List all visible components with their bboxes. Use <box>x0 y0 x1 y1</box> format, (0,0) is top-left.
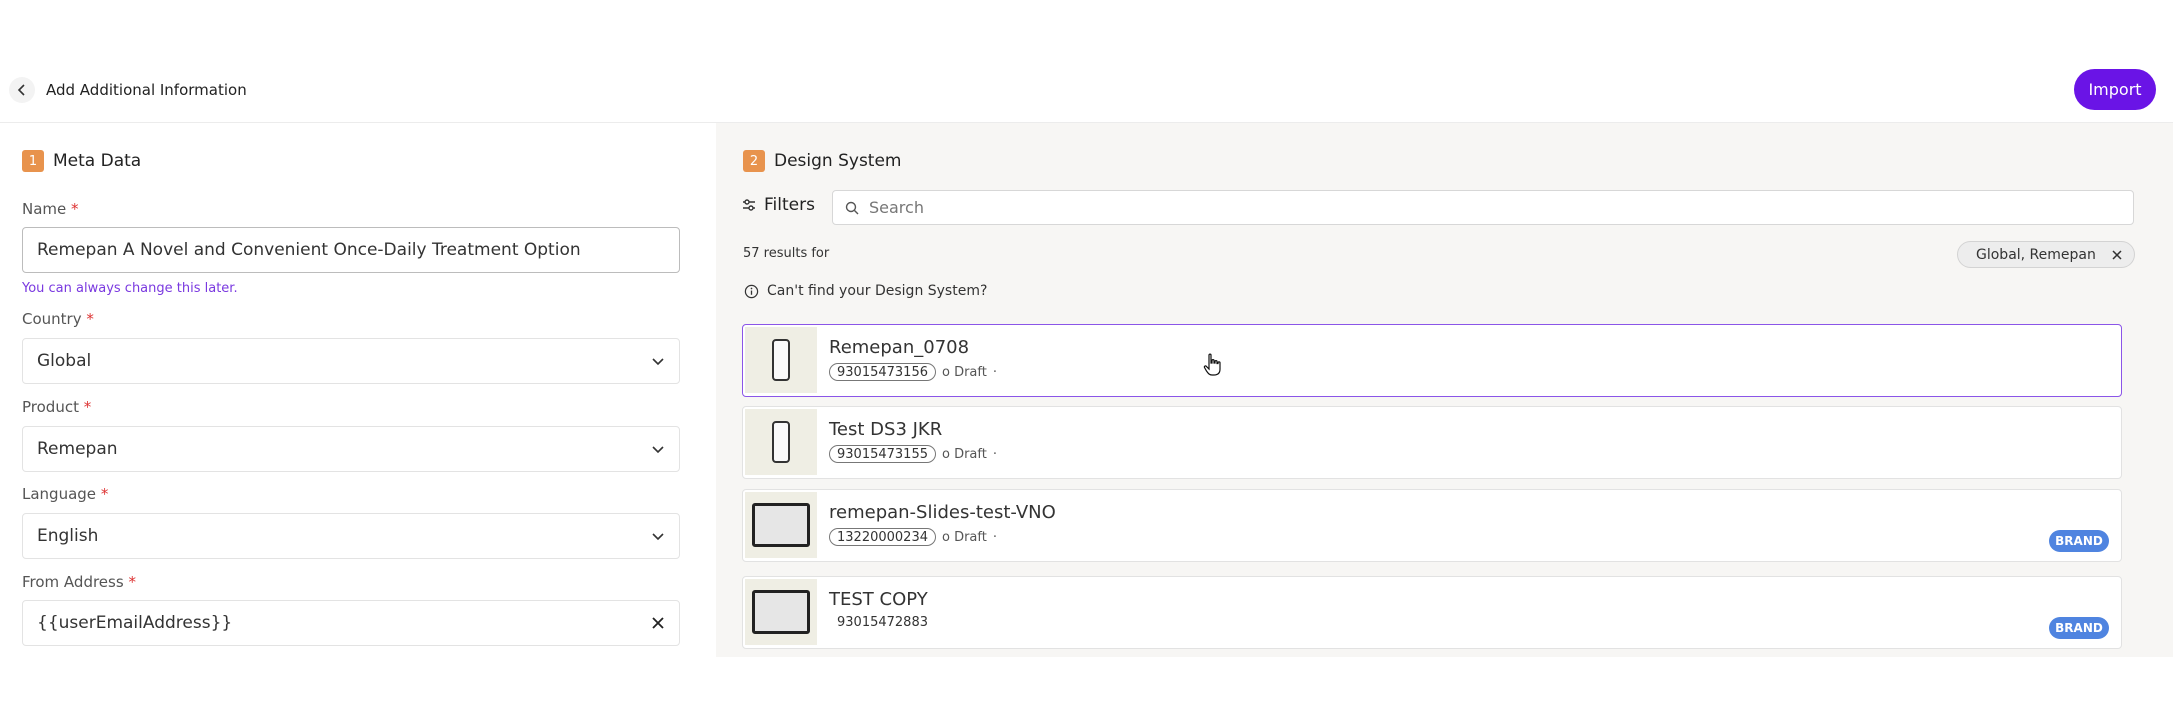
card-id: 13220000234 <box>829 528 936 546</box>
design-system-heading: 2 Design System <box>743 150 902 172</box>
from-address-input[interactable]: {{userEmailAddress}} <box>22 600 680 646</box>
section-title: Design System <box>774 151 902 171</box>
design-system-card[interactable]: Test DS3 JKR 93015473155 o Draft · <box>742 406 2122 479</box>
product-value: Remepan <box>37 439 118 459</box>
import-button[interactable]: Import <box>2074 69 2156 110</box>
design-system-card[interactable]: Remepan_0708 93015473156 o Draft · <box>742 324 2122 397</box>
back-button[interactable] <box>9 77 35 103</box>
language-select[interactable]: English <box>22 513 680 559</box>
language-label: Language * <box>22 485 108 503</box>
laptop-preview-icon <box>752 590 810 634</box>
close-icon[interactable] <box>2112 249 2122 260</box>
product-label-text: Product <box>22 398 79 416</box>
country-value: Global <box>37 351 92 371</box>
card-separator: · <box>992 446 997 462</box>
required-mark: * <box>128 573 136 591</box>
laptop-preview-icon <box>752 503 810 547</box>
card-title: Remepan_0708 <box>829 337 970 358</box>
required-mark: * <box>83 398 92 416</box>
name-helper: You can always change this later. <box>22 281 238 296</box>
card-id: 93015473156 <box>829 363 936 381</box>
design-system-card[interactable]: TEST COPY 93015472883 BRAND <box>742 576 2122 649</box>
search-input[interactable]: Search <box>832 190 2134 225</box>
card-status: o Draft <box>941 364 987 380</box>
meta-data-panel: 1 Meta Data Name * Remepan A Novel and C… <box>0 123 716 657</box>
meta-data-heading: 1 Meta Data <box>22 150 141 172</box>
product-select[interactable]: Remepan <box>22 426 680 472</box>
from-address-label-text: From Address <box>22 573 124 591</box>
filter-chip-label: Global, Remepan <box>1976 246 2096 263</box>
search-placeholder: Search <box>869 198 924 217</box>
page-title: Add Additional Information <box>46 81 247 99</box>
filters-label: Filters <box>764 195 815 215</box>
country-label-text: Country <box>22 310 82 328</box>
filters-button[interactable]: Filters <box>742 195 815 215</box>
design-system-panel: 2 Design System Filters Search 57 result… <box>716 123 2173 657</box>
card-meta: 13220000234 o Draft · <box>829 528 997 546</box>
sliders-icon <box>743 199 755 211</box>
required-mark: * <box>71 200 79 218</box>
language-value: English <box>37 526 99 546</box>
section-title: Meta Data <box>53 151 142 171</box>
phone-preview-icon <box>772 339 790 381</box>
design-system-card[interactable]: remepan-Slides-test-VNO 13220000234 o Dr… <box>742 489 2122 562</box>
card-thumbnail <box>745 579 817 645</box>
card-id: 93015473155 <box>829 445 936 463</box>
chevron-left-icon <box>17 84 25 96</box>
card-separator: · <box>992 529 997 545</box>
name-label-text: Name <box>22 200 67 218</box>
card-meta: 93015473156 o Draft · <box>829 363 997 381</box>
card-thumbnail <box>745 409 817 475</box>
cant-find-text: Can't find your Design System? <box>767 283 988 299</box>
info-icon <box>744 284 759 298</box>
brand-badge: BRAND <box>2049 617 2109 639</box>
name-label: Name * <box>22 200 79 218</box>
name-input[interactable]: Remepan A Novel and Convenient Once-Dail… <box>22 227 680 273</box>
chevron-down-icon <box>652 446 664 454</box>
card-thumbnail <box>745 327 817 393</box>
card-title: Test DS3 JKR <box>829 419 943 440</box>
filter-chip[interactable]: Global, Remepan <box>1957 241 2135 268</box>
product-label: Product * <box>22 398 91 416</box>
card-status: o Draft <box>941 446 987 462</box>
phone-preview-icon <box>772 421 790 463</box>
chevron-down-icon <box>652 358 664 366</box>
card-status: o Draft <box>941 529 987 545</box>
card-id: 93015472883 <box>837 615 928 630</box>
required-mark: * <box>86 310 94 328</box>
from-address-value: {{userEmailAddress}} <box>37 613 233 633</box>
results-count: 57 results for <box>743 246 830 261</box>
top-bar: Add Additional Information Import <box>0 68 2173 123</box>
country-select[interactable]: Global <box>22 338 680 384</box>
language-label-text: Language <box>22 485 97 503</box>
cant-find-help[interactable]: Can't find your Design System? <box>744 283 987 299</box>
required-mark: * <box>100 485 109 503</box>
from-address-label: From Address * <box>22 573 136 591</box>
chevron-down-icon <box>652 533 664 541</box>
name-value: Remepan A Novel and Convenient Once-Dail… <box>37 240 581 260</box>
hand-cursor-icon <box>1203 353 1221 376</box>
country-label: Country * <box>22 310 94 328</box>
search-icon <box>845 201 859 214</box>
card-thumbnail <box>745 492 817 558</box>
close-icon[interactable] <box>651 616 665 630</box>
brand-badge: BRAND <box>2049 530 2109 552</box>
card-title: remepan-Slides-test-VNO <box>829 502 1056 523</box>
card-title: TEST COPY <box>829 589 928 610</box>
card-meta: 93015473155 o Draft · <box>829 445 997 463</box>
step-number: 1 <box>22 150 44 172</box>
card-meta: 93015472883 <box>829 615 936 630</box>
card-separator: · <box>992 364 997 380</box>
step-number: 2 <box>743 150 765 172</box>
